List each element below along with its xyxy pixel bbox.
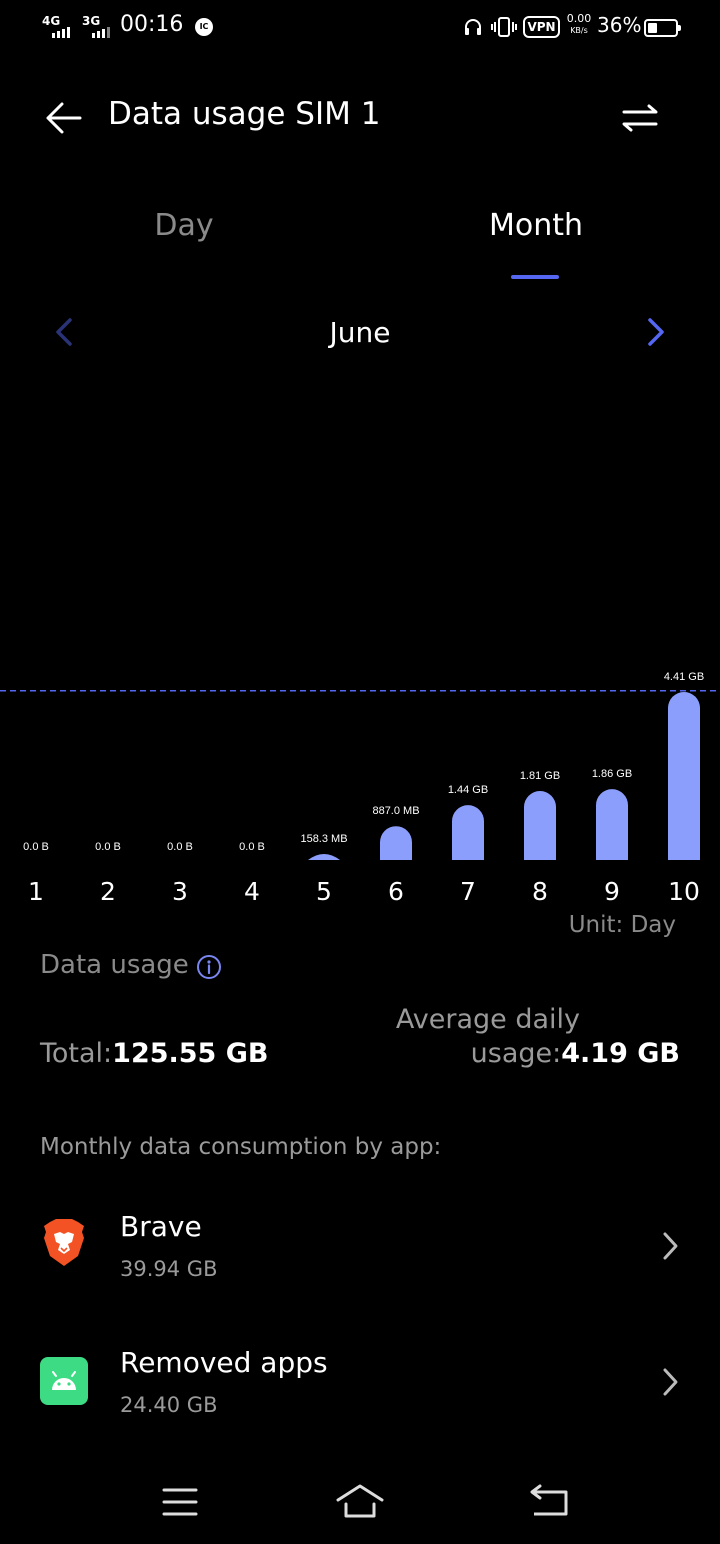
network-type-1: 4G — [42, 14, 61, 28]
back-nav-button[interactable] — [520, 1480, 580, 1524]
switch-sim-button[interactable] — [616, 96, 664, 140]
app-name: Brave — [120, 1210, 202, 1243]
back-button[interactable] — [40, 96, 88, 140]
next-month-button[interactable] — [634, 310, 678, 354]
data-label: 1.44 GB — [448, 784, 488, 796]
total-label: Total: — [40, 1038, 113, 1069]
data-label: 1.86 GB — [592, 768, 632, 780]
system-nav-bar — [0, 1466, 720, 1544]
x-tick-label: 7 — [460, 877, 476, 906]
menu-icon — [162, 1488, 198, 1516]
total-value: 125.55 GB — [112, 1038, 269, 1069]
app-name: Removed apps — [120, 1346, 328, 1379]
data-usage-title: Data usage — [40, 950, 189, 980]
chart-bar — [524, 791, 556, 860]
arrow-left-icon — [46, 102, 82, 134]
headphones-icon — [465, 19, 481, 35]
app-row-removed-apps[interactable]: Removed apps 24.40 GB — [0, 1326, 720, 1446]
battery-fill — [648, 23, 658, 33]
info-button[interactable] — [196, 954, 222, 980]
average-daily-usage: usage:4.19 GB — [471, 1038, 680, 1069]
network-speed-value: 0.00 — [566, 12, 592, 25]
android-icon — [40, 1357, 88, 1405]
x-tick-label: 8 — [532, 877, 548, 906]
previous-month-button[interactable] — [44, 310, 88, 354]
chevron-right-icon — [663, 1232, 678, 1260]
apps-section-title: Monthly data consumption by app: — [40, 1134, 442, 1160]
signal-strength-1-icon — [52, 27, 70, 38]
chart-bar — [308, 853, 340, 860]
app-row-brave[interactable]: Brave 39.94 GB — [0, 1190, 720, 1310]
data-label: 0.0 B — [239, 841, 265, 853]
page-title: Data usage SIM 1 — [108, 96, 381, 132]
tab-month[interactable]: Month — [436, 208, 636, 243]
home-button[interactable] — [330, 1480, 390, 1524]
total-usage: Total:125.55 GB — [40, 1038, 269, 1069]
brave-lion-icon — [44, 1219, 84, 1266]
vibrate-icon — [491, 17, 517, 37]
data-label: 1.81 GB — [520, 770, 560, 782]
average-usage-label: usage: — [470, 1038, 562, 1069]
vpn-badge: VPN — [523, 16, 560, 38]
data-label: 0.0 B — [167, 841, 193, 853]
return-icon — [530, 1484, 568, 1516]
unit-label: Unit: Day — [568, 912, 676, 938]
x-tick-label: 10 — [668, 877, 700, 906]
data-label: 0.0 B — [23, 841, 49, 853]
network-type-2: 3G — [82, 14, 101, 28]
x-tick-label: 9 — [604, 877, 620, 906]
signal-strength-2-icon — [92, 27, 110, 38]
network-speed-unit: KB/s — [570, 26, 588, 35]
x-tick-label: 5 — [316, 877, 332, 906]
x-tick-label: 2 — [100, 877, 116, 906]
battery-percent: 36% — [597, 13, 642, 37]
x-tick-label: 1 — [28, 877, 44, 906]
info-icon — [197, 955, 221, 979]
chart-bar — [380, 826, 412, 860]
x-tick-label: 4 — [244, 877, 260, 906]
clock: 00:16 — [120, 12, 184, 37]
average-daily-label: Average daily — [395, 1004, 580, 1035]
tab-active-indicator — [511, 275, 559, 279]
app-usage: 24.40 GB — [120, 1393, 218, 1417]
recent-apps-button[interactable] — [150, 1480, 210, 1524]
month-label: June — [329, 316, 391, 349]
x-tick-label: 3 — [172, 877, 188, 906]
x-tick-label: 6 — [388, 877, 404, 906]
status-bar: 4G 3G 00:16 IC VPN 0.00 KB/s 36% — [0, 0, 720, 56]
average-usage-value: 4.19 GB — [561, 1038, 680, 1069]
chart-bar — [596, 789, 628, 860]
network-speed: 0.00 KB/s — [565, 12, 593, 36]
chart-bar — [452, 805, 484, 860]
swap-arrows-icon — [622, 104, 658, 132]
battery-icon — [644, 19, 681, 37]
notification-icon: IC — [195, 18, 213, 36]
chevron-right-icon — [663, 1368, 678, 1396]
daily-usage-chart: 0.0 B 1 0.0 B 2 0.0 B 3 0.0 B 4 158.3 MB 5 887.0 M… — [0, 671, 720, 906]
chevron-right-icon — [648, 318, 664, 346]
chevron-left-icon — [56, 318, 72, 346]
data-label: 158.3 MB — [300, 833, 347, 845]
data-label: 887.0 MB — [372, 805, 419, 817]
home-icon — [336, 1484, 384, 1518]
data-label: 0.0 B — [95, 841, 121, 853]
tab-day[interactable]: Day — [84, 208, 284, 243]
app-usage: 39.94 GB — [120, 1257, 218, 1281]
data-label: 4.41 GB — [664, 671, 704, 683]
chart-bar — [668, 692, 700, 860]
